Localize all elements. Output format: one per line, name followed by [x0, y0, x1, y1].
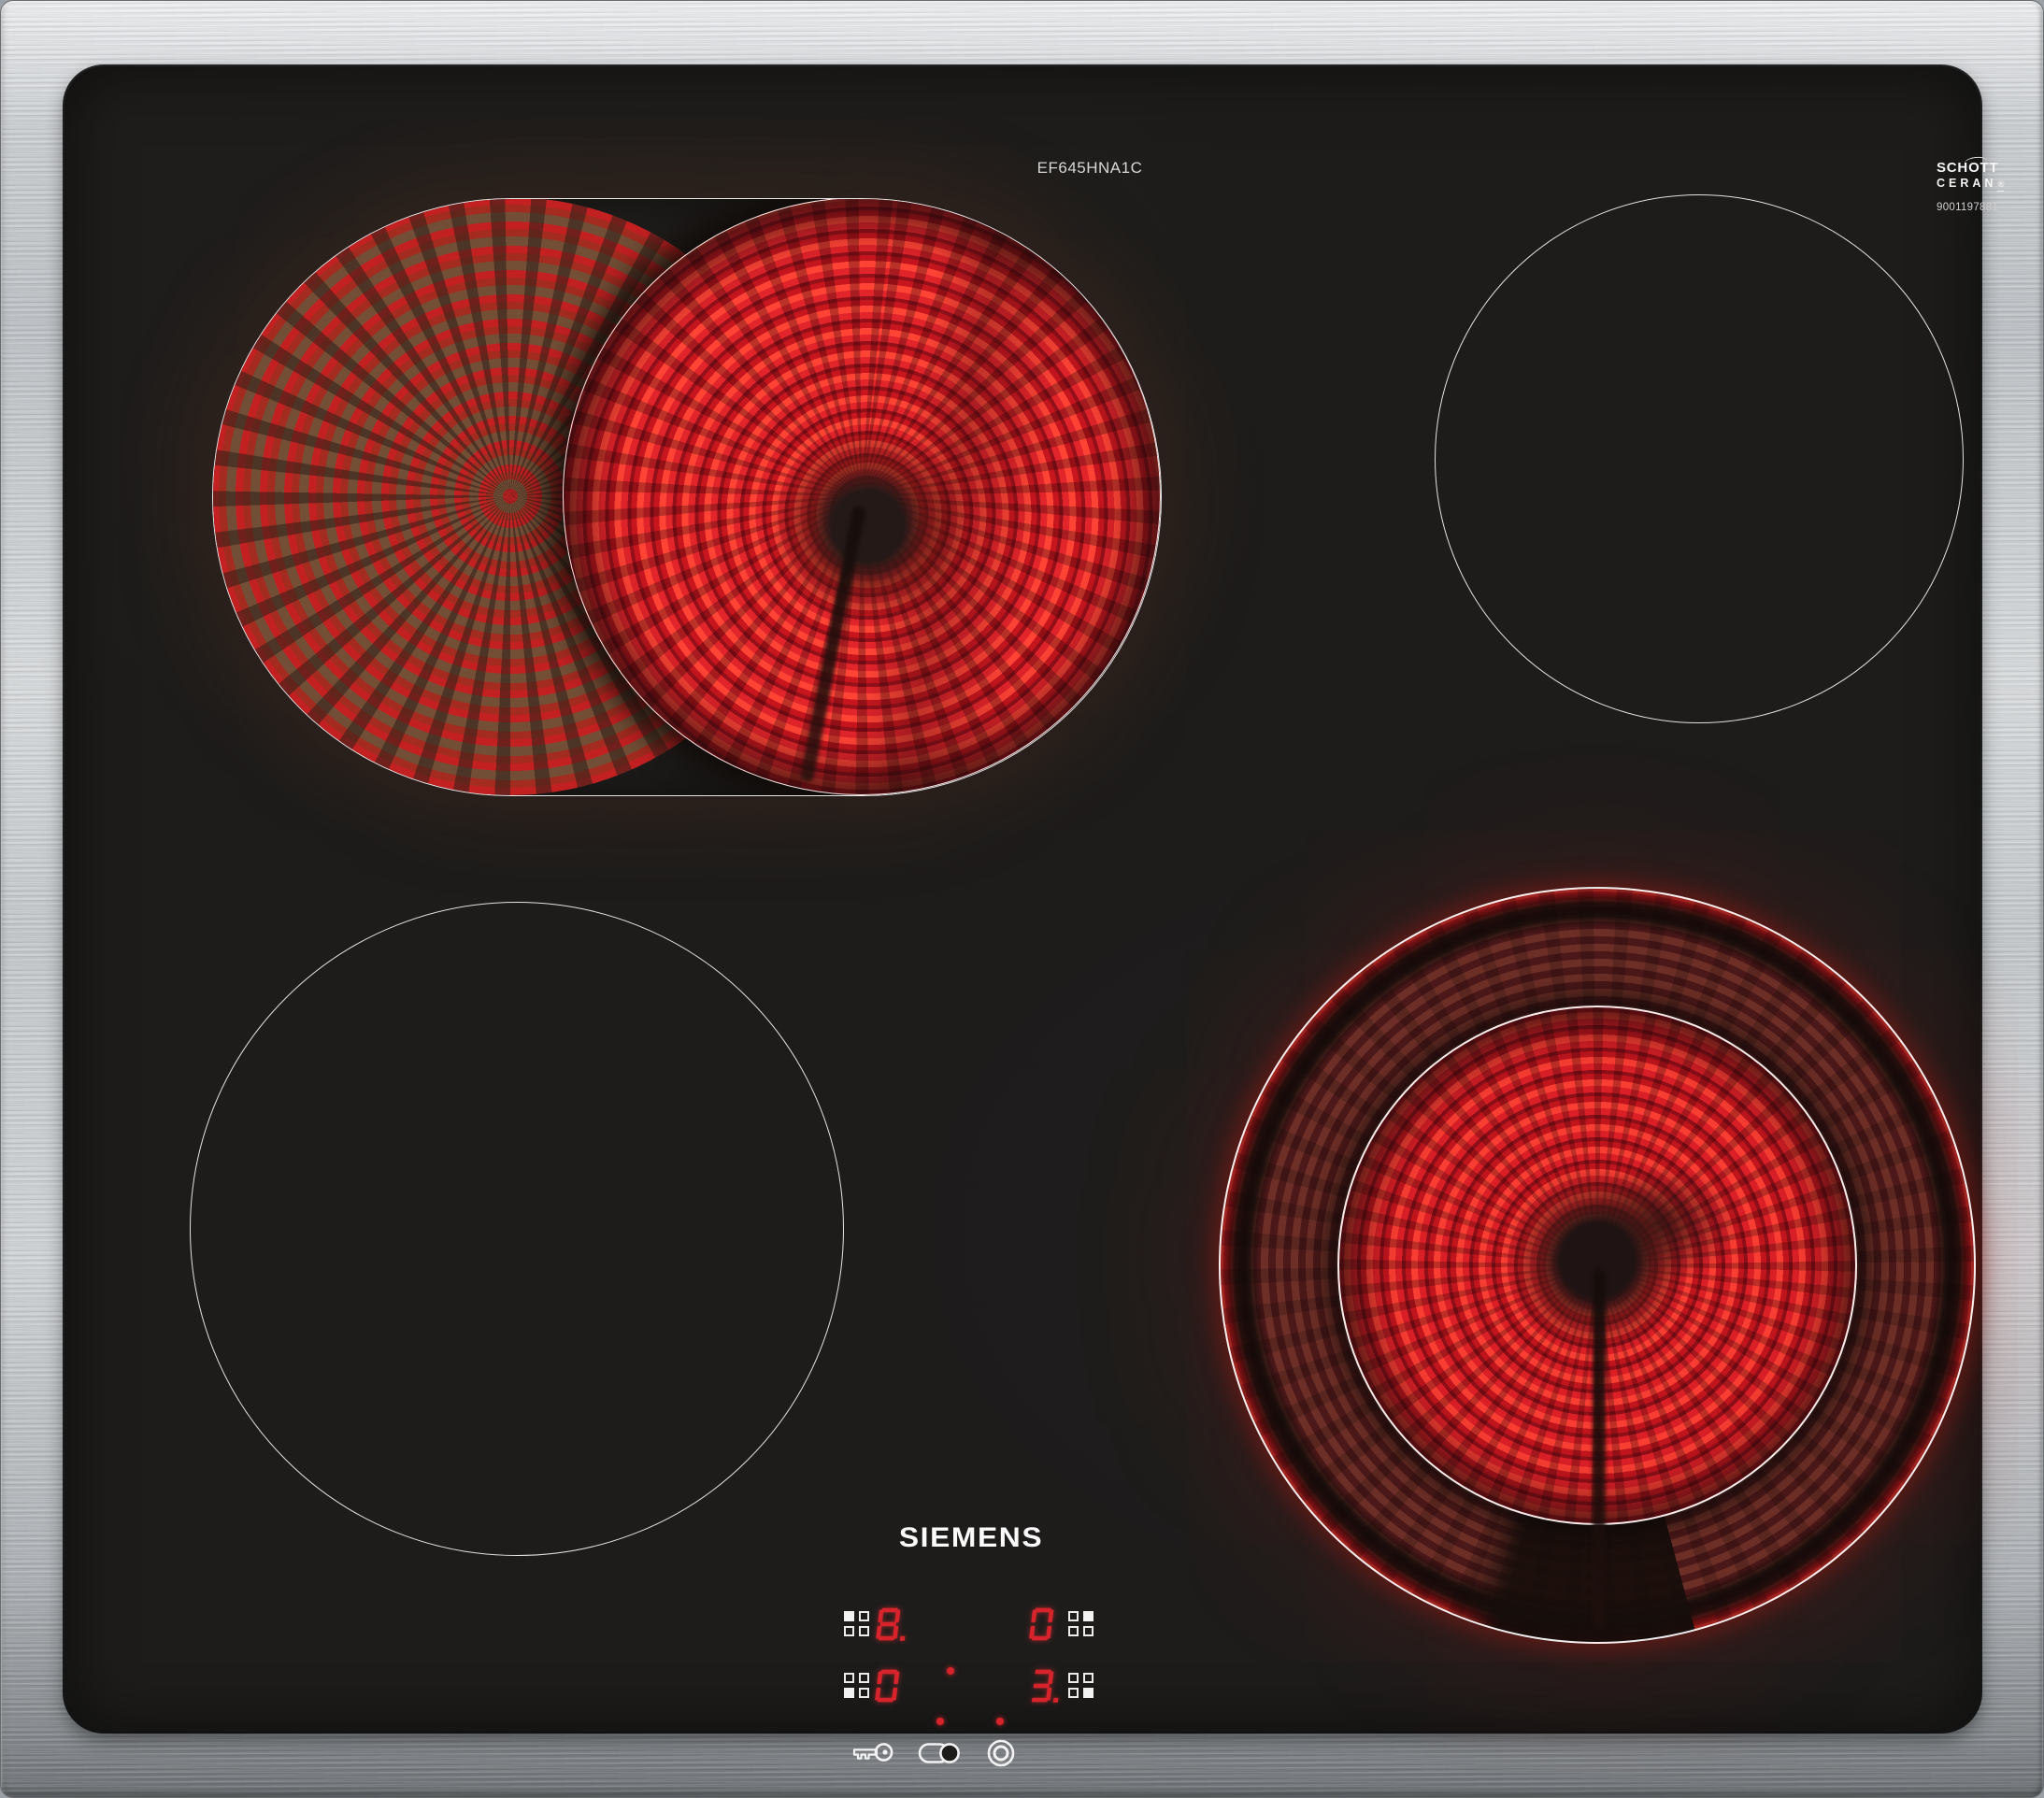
dual-circuit-zone-icon[interactable]: [986, 1738, 1016, 1768]
model-number-label: EF645HNA1C: [996, 159, 1183, 178]
selector-square-top-right: [1083, 1673, 1093, 1683]
zone-rear-left-element-connector: [800, 506, 866, 783]
selector-square-bottom-right: [1083, 1626, 1093, 1636]
roaster-zone-icon[interactable]: [918, 1741, 961, 1765]
serial-number-label: 9001197881: [1937, 202, 2044, 213]
zone-selector-front-right: [1068, 1673, 1093, 1698]
zone-front-right-dual: [1219, 887, 1976, 1644]
display-front-right: [1031, 1668, 1061, 1704]
display-rear-left: [878, 1606, 908, 1642]
zone-rear-right-outline: [1435, 194, 1964, 723]
schott-text: SCHOTT: [1937, 160, 2044, 176]
ceran-wordmark: CERAN: [1937, 177, 1996, 190]
child-lock-key-icon[interactable]: [850, 1740, 894, 1764]
zone-selector-rear-right: [1068, 1611, 1093, 1636]
selector-square-top-left: [1068, 1673, 1079, 1683]
selector-square-bottom-right: [859, 1626, 869, 1636]
registered-mark: ®: [1997, 179, 2004, 192]
hob-product-image: EF645HNA1C SCHOTT CERAN® 9001197881 SIEM…: [0, 0, 2044, 1798]
brand-logo: SIEMENS: [822, 1522, 1120, 1554]
display-front-left: [877, 1668, 907, 1704]
selector-square-bottom-left: [1068, 1626, 1079, 1636]
zone-rear-left-main-glow: [563, 198, 1161, 795]
zone-rear-left-roaster: [212, 198, 1162, 796]
zone-selector-front-left: [844, 1673, 869, 1698]
selector-square-top-left: [844, 1673, 854, 1683]
zone-selector-rear-left: [844, 1611, 869, 1636]
selector-square-bottom-left: [844, 1626, 854, 1636]
selector-square-top-right: [859, 1673, 869, 1683]
selector-square-top-right: [859, 1611, 869, 1621]
zone-front-right-element-connector: [1593, 1269, 1606, 1628]
indicator-dot-right: [996, 1718, 1004, 1725]
selector-square-bottom-right: [1083, 1688, 1093, 1698]
selector-square-top-left: [844, 1611, 854, 1621]
selector-square-bottom-right: [859, 1688, 869, 1698]
touch-control-panel: SIEMENS: [831, 1515, 1111, 1795]
schott-ceran-logo: SCHOTT CERAN® 9001197881: [1937, 160, 2044, 213]
indicator-dot-left: [936, 1718, 944, 1725]
selector-square-top-right: [1083, 1611, 1093, 1621]
ceramic-glass-surface: EF645HNA1C SCHOTT CERAN® 9001197881 SIEM…: [64, 66, 1980, 1732]
display-rear-right: [1031, 1606, 1061, 1642]
selector-square-bottom-left: [1068, 1688, 1079, 1698]
selector-square-top-left: [1068, 1611, 1079, 1621]
selector-square-bottom-left: [844, 1688, 854, 1698]
ceran-text: CERAN®: [1937, 177, 2044, 190]
indicator-dot-center: [947, 1667, 954, 1675]
zone-front-left-outline: [190, 902, 844, 1556]
